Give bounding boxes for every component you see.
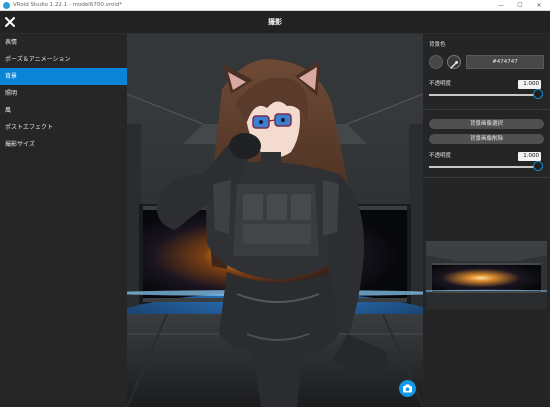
sidebar-item-post-effect[interactable]: ポストエフェクト: [0, 119, 127, 136]
image-opacity-value-field[interactable]: 1.000: [518, 152, 541, 161]
panel-divider: [423, 109, 550, 110]
bg-color-hex-field[interactable]: #474747: [466, 55, 544, 69]
sidebar-item-lighting[interactable]: 照明: [0, 85, 127, 102]
select-bg-image-button[interactable]: 背景画像選択: [429, 119, 544, 129]
sidebar: 表情 ポーズ＆アニメーション 背景 照明 風 ポストエフェクト 撮影サイズ: [0, 34, 127, 407]
capture-button[interactable]: [399, 380, 416, 397]
image-opacity-slider-thumb[interactable]: [533, 161, 543, 171]
opacity-label: 不透明度: [429, 81, 452, 87]
app-header: 撮影: [0, 11, 550, 34]
app-logo-icon: [3, 2, 10, 9]
delete-bg-image-button[interactable]: 背景画像削除: [429, 134, 544, 144]
opacity-value-field[interactable]: 1.000: [518, 80, 541, 89]
sidebar-item-expression[interactable]: 表情: [0, 34, 127, 51]
image-opacity-slider-track[interactable]: [429, 166, 538, 168]
background-settings-panel: 背景色 #474747 不透明度 1.000 背景画像選択 背景画像削除 不透明…: [423, 34, 550, 407]
sidebar-item-background[interactable]: 背景: [0, 68, 127, 85]
eyedropper-button[interactable]: [447, 55, 461, 69]
bg-color-label: 背景色: [429, 42, 446, 48]
viewport[interactable]: [127, 34, 423, 407]
window-close-button[interactable]: ✕: [532, 0, 546, 11]
close-icon[interactable]: [4, 16, 16, 28]
minimize-button[interactable]: —: [494, 0, 508, 11]
bg-image-thumbnail: [426, 241, 547, 309]
image-opacity-slider-fill: [429, 166, 538, 168]
sidebar-item-wind[interactable]: 風: [0, 102, 127, 119]
scene-render: [127, 34, 423, 407]
window-title: VRoid Studio 1.22.1 - model6700.vroid*: [13, 2, 123, 8]
opacity-slider-track[interactable]: [429, 94, 538, 96]
bg-color-swatch[interactable]: [429, 55, 443, 69]
sidebar-item-capture-size[interactable]: 撮影サイズ: [0, 136, 127, 153]
maximize-button[interactable]: ☐: [513, 0, 527, 11]
opacity-slider-thumb[interactable]: [533, 89, 543, 99]
os-title-bar: VRoid Studio 1.22.1 - model6700.vroid* —…: [0, 0, 550, 11]
sidebar-item-pose-animation[interactable]: ポーズ＆アニメーション: [0, 51, 127, 68]
image-opacity-label: 不透明度: [429, 153, 452, 159]
panel-divider: [423, 177, 550, 178]
opacity-slider-fill: [429, 94, 538, 96]
eyedropper-icon: [450, 61, 458, 69]
camera-icon: [403, 384, 412, 393]
page-title: 撮影: [268, 18, 282, 26]
